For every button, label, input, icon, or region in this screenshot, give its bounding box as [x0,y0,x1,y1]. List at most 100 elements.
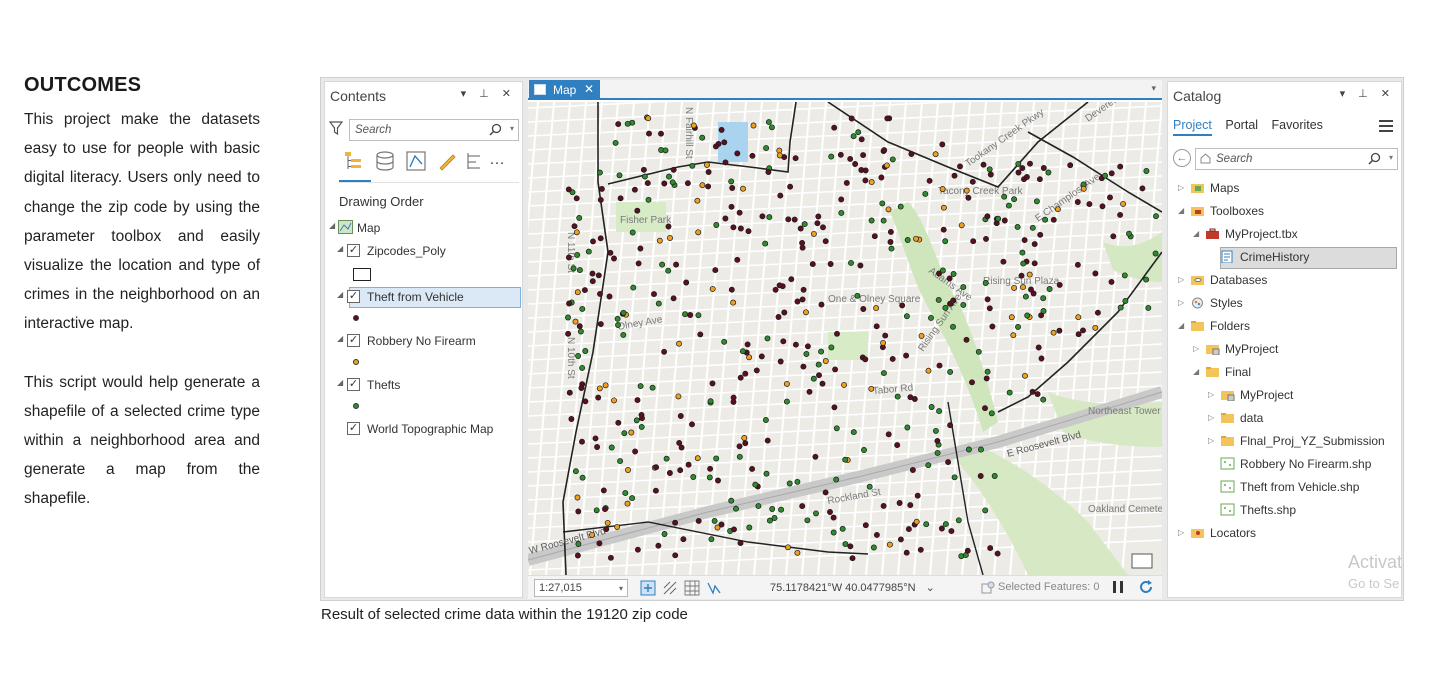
theft-point[interactable] [950,323,956,330]
theft-point[interactable] [978,446,984,453]
theft-from-vehicle-point[interactable] [595,394,602,401]
theft-point[interactable] [833,425,840,432]
theft-from-vehicle-point[interactable] [640,166,647,173]
theft-from-vehicle-point[interactable] [1031,260,1038,267]
theft-from-vehicle-point[interactable] [905,526,912,533]
robbery-point[interactable] [841,381,848,388]
theft-point[interactable] [575,541,582,547]
theft-point[interactable] [1143,168,1150,174]
theft-point[interactable] [889,156,896,163]
theft-point[interactable] [960,301,967,308]
robbery-point[interactable] [1022,372,1028,379]
theft-from-vehicle-point[interactable] [838,196,845,203]
theft-point[interactable] [1033,198,1040,205]
theft-point[interactable] [633,417,640,424]
catalog-item[interactable]: ◢ Final [1193,362,1398,384]
robbery-point[interactable] [656,237,663,244]
theft-point[interactable] [1102,172,1109,179]
theft-from-vehicle-point[interactable] [573,195,580,202]
theft-from-vehicle-point[interactable] [812,453,819,460]
theft-from-vehicle-point[interactable] [744,341,751,348]
theft-from-vehicle-point[interactable] [847,155,854,162]
robbery-point[interactable] [1075,314,1082,321]
theft-from-vehicle-point[interactable] [987,545,994,552]
theft-point[interactable] [965,446,972,453]
theft-from-vehicle-point[interactable] [615,419,622,426]
theft-from-vehicle-point[interactable] [607,554,614,561]
theft-point[interactable] [620,331,627,338]
theft-from-vehicle-point[interactable] [571,223,578,230]
theft-point[interactable] [755,503,762,510]
theft-from-vehicle-point[interactable] [873,531,880,538]
theft-from-vehicle-point[interactable] [606,293,613,300]
theft-point[interactable] [850,429,857,436]
theft-from-vehicle-point[interactable] [718,126,725,133]
robbery-point[interactable] [625,467,631,473]
theft-from-vehicle-point[interactable] [722,215,729,222]
theft-from-vehicle-point[interactable] [1108,278,1115,285]
theft-point[interactable] [1022,293,1029,300]
chevron-down-icon[interactable]: ▾ [619,584,623,593]
theft-point[interactable] [659,261,666,268]
theft-from-vehicle-point[interactable] [712,143,719,150]
theft-point[interactable] [828,344,835,351]
theft-from-vehicle-point[interactable] [887,239,894,245]
theft-from-vehicle-point[interactable] [575,508,582,515]
theft-from-vehicle-point[interactable] [1034,391,1041,398]
theft-from-vehicle-point[interactable] [815,213,822,220]
theft-from-vehicle-point[interactable] [1037,231,1044,238]
theft-from-vehicle-point[interactable] [983,375,990,382]
map-tips-icon[interactable] [1131,553,1153,569]
theft-point[interactable] [850,133,857,140]
robbery-point[interactable] [699,182,706,189]
theft-point[interactable] [813,510,819,517]
theft-from-vehicle-point[interactable] [759,213,766,220]
layer-visibility-checkbox[interactable]: ✓ [347,244,360,257]
theft-point[interactable] [713,222,720,228]
theft-from-vehicle-point[interactable] [631,186,638,193]
theft-from-vehicle-point[interactable] [1056,281,1063,288]
theft-from-vehicle-point[interactable] [982,405,988,412]
theft-from-vehicle-point[interactable] [721,139,728,146]
theft-from-vehicle-point[interactable] [566,389,573,396]
theft-from-vehicle-point[interactable] [1023,174,1030,180]
robbery-point[interactable] [1054,206,1061,213]
theft-point[interactable] [629,495,636,502]
theft-from-vehicle-point[interactable] [592,435,599,442]
tab-map[interactable]: Map ✕ [529,80,600,100]
theft-point[interactable] [842,541,849,548]
theft-from-vehicle-point[interactable] [946,275,953,282]
theft-point[interactable] [904,424,911,431]
robbery-point[interactable] [730,299,737,306]
theft-point[interactable] [894,393,901,400]
theft-from-vehicle-point[interactable] [568,416,575,422]
theft-from-vehicle-point[interactable] [860,306,867,312]
robbery-point[interactable] [880,339,887,346]
theft-from-vehicle-point[interactable] [1015,169,1022,176]
theft-point[interactable] [947,368,954,375]
theft-from-vehicle-point[interactable] [858,136,865,143]
theft-point[interactable] [763,145,770,152]
theft-point[interactable] [655,300,662,307]
theft-from-vehicle-point[interactable] [672,552,679,559]
layer-visibility-checkbox[interactable]: ✓ [347,422,360,435]
theft-point[interactable] [706,474,713,481]
theft-from-vehicle-point[interactable] [964,547,971,554]
theft-point[interactable] [955,517,962,524]
theft-point[interactable] [575,353,582,359]
theft-point[interactable] [934,449,941,456]
theft-point[interactable] [768,124,775,131]
expand-arrow-icon[interactable]: ▷ [1178,275,1184,284]
theft-from-vehicle-point[interactable] [897,536,904,543]
theft-from-vehicle-point[interactable] [837,151,844,158]
robbery-point[interactable] [940,204,947,211]
robbery-point[interactable] [574,494,581,501]
theft-point[interactable] [925,462,932,469]
theft-from-vehicle-point[interactable] [926,177,933,184]
theft-from-vehicle-point[interactable] [889,355,896,362]
theft-point[interactable] [585,248,592,255]
theft-from-vehicle-point[interactable] [565,330,572,337]
theft-from-vehicle-point[interactable] [799,244,806,251]
theft-from-vehicle-point[interactable] [1028,286,1034,293]
theft-from-vehicle-point[interactable] [799,239,806,246]
